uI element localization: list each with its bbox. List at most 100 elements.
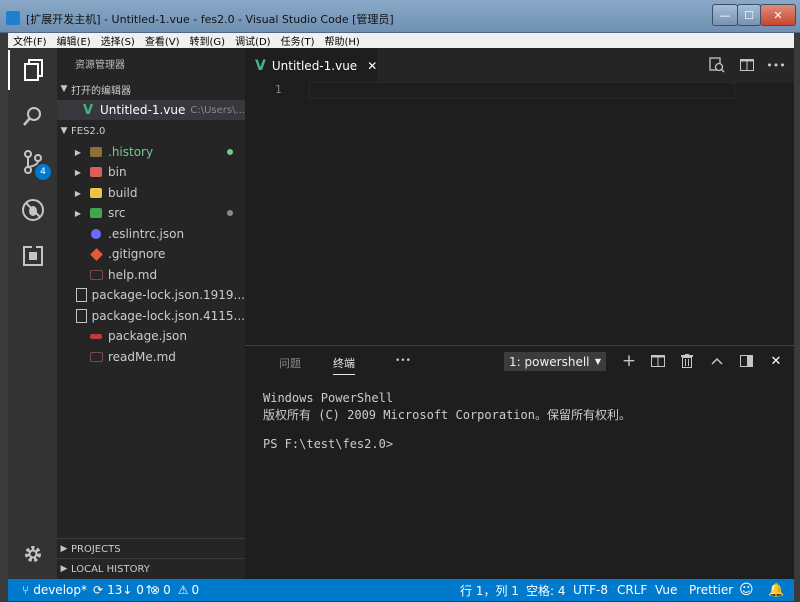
tab-terminal[interactable]: 终端 — [333, 355, 355, 375]
open-editor-path: C:\Users\... — [190, 104, 245, 116]
tab-problems[interactable]: 问题 — [279, 355, 301, 371]
minimize-button[interactable]: — — [712, 4, 738, 26]
open-editors-header[interactable]: ▼ 打开的编辑器 — [57, 79, 245, 99]
encoding[interactable]: UTF-8 — [573, 579, 608, 601]
file-icon — [75, 309, 87, 323]
branch-name: develop* — [33, 583, 87, 597]
line-number: 1 — [275, 83, 282, 96]
indentation[interactable]: 空格: 4 — [526, 579, 566, 601]
folder-icon — [89, 207, 103, 219]
folder-icon — [89, 146, 103, 158]
feedback-smiley-icon[interactable]: ☺ — [739, 579, 754, 601]
menu-view[interactable]: 查看(V) — [140, 33, 185, 48]
chevron-right-icon: ▶ — [60, 544, 68, 554]
warning-count: 0 — [191, 583, 200, 597]
tree-item-label: .eslintrc.json — [108, 227, 185, 241]
menu-help[interactable]: 帮助(H) — [320, 33, 365, 48]
markdown-icon — [89, 351, 103, 363]
trash-icon[interactable] — [678, 352, 696, 370]
end-of-line[interactable]: CRLF — [617, 579, 647, 601]
tree-file-package-json[interactable]: package.json — [57, 326, 245, 346]
sync-icon: ⟳ — [93, 583, 104, 597]
tree-file-gitignore[interactable]: .gitignore — [57, 244, 245, 264]
chevron-right-icon: ▶ — [74, 167, 82, 177]
projects-label: PROJECTS — [71, 543, 121, 555]
tree-folder-build[interactable]: ▶ build — [57, 183, 245, 203]
menu-selection[interactable]: 选择(S) — [96, 33, 140, 48]
local-history-header[interactable]: ▶ LOCAL HISTORY — [57, 558, 245, 579]
menu-tasks[interactable]: 任务(T) — [276, 33, 320, 48]
debug-icon[interactable] — [8, 190, 57, 230]
new-terminal-icon[interactable]: + — [620, 351, 638, 371]
sync-indicator[interactable]: ⟳ 13↓ 0↑ — [93, 579, 154, 601]
chevron-down-icon: ▼ — [594, 357, 601, 366]
menu-edit[interactable]: 编辑(E) — [52, 33, 96, 48]
projects-header[interactable]: ▶ PROJECTS — [57, 538, 245, 559]
window-titlebar: [扩展开发主机] - Untitled-1.vue - fes2.0 - Vis… — [0, 0, 800, 33]
tree-folder-history[interactable]: ▶ .history — [57, 142, 245, 162]
folder-header[interactable]: ▼ FES2.0 — [57, 121, 245, 141]
chevron-up-icon[interactable] — [708, 352, 726, 370]
tree-item-label: .history — [108, 145, 154, 159]
activity-bar: 4 — [8, 48, 57, 579]
error-icon: ⊗ — [150, 583, 161, 597]
chevron-right-icon: ▶ — [74, 147, 82, 157]
menu-go[interactable]: 转到(G) — [185, 33, 231, 48]
open-changes-icon[interactable] — [708, 56, 726, 74]
vscode-logo-icon — [6, 11, 20, 25]
folder-label: FES2.0 — [71, 125, 106, 137]
git-status-dot — [227, 149, 233, 155]
vue-file-icon: V — [255, 57, 266, 74]
tree-item-label: package-lock.json.4115... — [91, 309, 245, 323]
tree-file-package-lock-1[interactable]: package-lock.json.1919... — [57, 285, 245, 305]
maximize-button[interactable]: ☐ — [737, 4, 761, 26]
chevron-down-icon: ▼ — [60, 126, 68, 136]
sidebar-title: 资源管理器 — [75, 60, 125, 71]
split-editor-icon[interactable] — [738, 56, 756, 74]
tab-label: Untitled-1.vue — [271, 58, 358, 73]
toggle-panel-position-icon[interactable] — [737, 352, 755, 370]
explorer-sidebar: 资源管理器 ▼ 打开的编辑器 V Untitled-1.vue C:\Users… — [57, 48, 245, 579]
terminal-line: Windows PowerShell — [263, 391, 394, 405]
terminal-line: 版权所有 (C) 2009 Microsoft Corporation。保留所有… — [263, 408, 631, 422]
chevron-right-icon: ▶ — [74, 188, 82, 198]
cursor-position[interactable]: 行 1，列 1 — [460, 579, 519, 601]
open-editor-item[interactable]: V Untitled-1.vue C:\Users\... — [57, 100, 245, 120]
terminal-select-value: 1: powershell — [509, 354, 590, 369]
terminal-panel: 问题 终端 ••• 1: powershell ▼ + ✕ Windows Po… — [245, 345, 794, 580]
tree-item-label: src — [108, 206, 126, 220]
tab-untitled-vue[interactable]: V Untitled-1.vue ✕ — [245, 48, 377, 83]
tree-file-eslintrc[interactable]: .eslintrc.json — [57, 224, 245, 244]
language-mode[interactable]: Vue — [655, 579, 677, 601]
menu-debug[interactable]: 调试(D) — [230, 33, 276, 48]
search-icon[interactable] — [8, 96, 57, 136]
tree-item-label: readMe.md — [108, 350, 176, 364]
git-status-dot — [227, 210, 233, 216]
file-icon — [75, 288, 87, 302]
prettier-status[interactable]: Prettier — [689, 579, 733, 601]
tree-folder-src[interactable]: ▶ src — [57, 203, 245, 223]
tree-item-label: .gitignore — [108, 247, 166, 261]
close-tab-icon[interactable]: ✕ — [367, 59, 377, 73]
extensions-icon[interactable] — [8, 236, 57, 276]
tree-file-readme[interactable]: readMe.md — [57, 347, 245, 367]
panel-more-icon[interactable]: ••• — [395, 356, 411, 366]
scm-badge: 4 — [35, 164, 51, 180]
split-terminal-icon[interactable] — [649, 352, 667, 370]
explorer-icon[interactable] — [8, 50, 57, 90]
problems-indicator[interactable]: ⊗ 0 ⚠ 0 — [150, 579, 199, 601]
settings-gear-icon[interactable] — [8, 534, 57, 574]
tree-item-label: package.json — [108, 329, 188, 343]
close-window-button[interactable]: ✕ — [760, 4, 796, 26]
more-actions-icon[interactable]: ••• — [766, 56, 785, 74]
close-panel-icon[interactable]: ✕ — [767, 352, 785, 370]
code-editor[interactable]: 1 — [245, 82, 794, 345]
branch-indicator[interactable]: ⑂ develop* — [22, 579, 87, 601]
tree-file-help-md[interactable]: help.md — [57, 265, 245, 285]
menu-file[interactable]: 文件(F) — [8, 33, 52, 48]
tree-folder-bin[interactable]: ▶ bin — [57, 162, 245, 182]
tree-file-package-lock-2[interactable]: package-lock.json.4115... — [57, 306, 245, 326]
notifications-bell-icon[interactable]: 🔔 — [768, 579, 784, 601]
terminal-prompt[interactable]: PS F:\test\fes2.0> — [263, 437, 393, 451]
terminal-selector[interactable]: 1: powershell ▼ — [504, 352, 606, 371]
